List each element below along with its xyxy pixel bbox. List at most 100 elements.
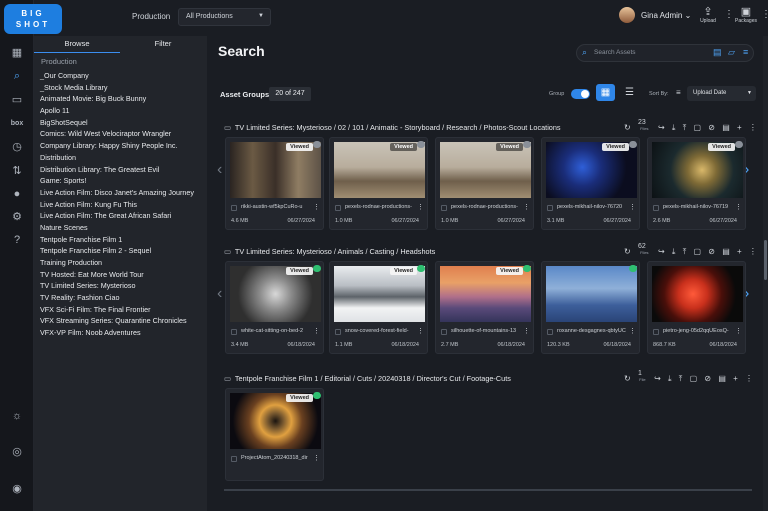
comment-icon[interactable] — [313, 141, 321, 148]
asset-group-header[interactable]: ▭ TV Limited Series: Mysterioso / Animals… — [224, 247, 435, 256]
upload-icon[interactable]: ⤒ — [679, 374, 683, 384]
share-icon[interactable]: ↪ — [658, 123, 665, 132]
add-icon[interactable]: + — [737, 123, 742, 132]
link-icon[interactable]: ⊘ — [708, 247, 715, 256]
share-icon[interactable]: ↪ — [654, 374, 661, 383]
select-checkbox[interactable] — [335, 329, 341, 335]
more-menu-icon[interactable]: ⋮ — [523, 203, 530, 211]
asset-thumbnail[interactable] — [652, 266, 743, 322]
production-item[interactable]: Tentpole Franchise Film 2 - Sequel — [40, 245, 194, 257]
upload-icon[interactable]: ⤒ — [683, 247, 687, 257]
user-menu[interactable]: Gina Admin ⌄ — [641, 11, 691, 20]
asset-card[interactable]: Viewed pexels-rodnae-productions- ⋮ 1.0 … — [329, 137, 428, 230]
production-item[interactable]: Nature Scenes — [40, 222, 194, 234]
production-item[interactable]: TV Hosted: Eat More World Tour — [40, 269, 194, 281]
select-checkbox[interactable] — [231, 329, 237, 335]
select-checkbox[interactable] — [547, 205, 553, 211]
production-item[interactable]: Training Production — [40, 257, 194, 269]
tab-browse[interactable]: Browse — [34, 39, 120, 53]
download-icon[interactable]: ⤓ — [668, 374, 672, 384]
comment-icon[interactable] — [523, 141, 531, 148]
production-item[interactable]: VFX Sci-Fi Film: The Final Frontier — [40, 304, 194, 316]
production-item[interactable]: _Our Company — [40, 70, 194, 82]
asset-card[interactable]: Viewed pexels-mikhail-nilov-76720 ⋮ 3.1 … — [541, 137, 640, 230]
grid-view-button[interactable]: ▦ — [596, 84, 615, 101]
production-item[interactable]: Apollo 11 — [40, 105, 194, 117]
link-icon[interactable]: ⊘ — [708, 123, 715, 132]
select-checkbox[interactable] — [231, 205, 237, 211]
scroll-left-arrow[interactable]: ‹ — [217, 161, 222, 179]
asset-card[interactable]: Viewed snow-covered-forest-field- ⋮ 1.1 … — [329, 261, 428, 354]
select-checkbox[interactable] — [441, 329, 447, 335]
production-item[interactable]: Live Action Film: Kung Fu This — [40, 199, 194, 211]
download-icon[interactable]: ⤓ — [672, 247, 676, 257]
more-menu-icon[interactable]: ⋮ — [629, 327, 636, 335]
document-icon[interactable]: ▤ — [722, 247, 730, 256]
production-item[interactable]: Company Library: Happy Shiny People Inc. — [40, 140, 194, 152]
production-item[interactable]: TV Limited Series: Mysterioso — [40, 280, 194, 292]
comment-icon[interactable] — [417, 141, 425, 148]
more-menu-icon[interactable]: ⋮ — [417, 203, 424, 211]
production-item[interactable]: _Stock Media Library — [40, 82, 194, 94]
production-item[interactable]: Distribution Library: The Greatest Evil — [40, 164, 194, 176]
production-select[interactable]: All Productions ▼ — [178, 8, 271, 26]
vertical-scrollbar[interactable] — [763, 36, 768, 511]
asset-card[interactable]: Viewed ProjectAtom_20240318_dir ⋮ — [225, 388, 324, 481]
more-menu-icon[interactable]: ⋮ — [749, 247, 757, 256]
upload-button[interactable]: ⇪ Upload — [693, 6, 723, 24]
box-icon[interactable]: box — [9, 116, 25, 132]
asset-card[interactable]: Viewed rikki-austin-wf5kpCuRo-u ⋮ 4.6 MB… — [225, 137, 324, 230]
grid-icon[interactable]: ▦ — [9, 45, 25, 61]
more-menu-icon[interactable]: ⋮ — [629, 203, 636, 211]
refresh-icon[interactable]: ↻ — [624, 123, 631, 132]
production-item[interactable]: Tentpole Franchise Film 1 — [40, 234, 194, 246]
group-toggle[interactable] — [571, 89, 590, 99]
more-menu-icon[interactable]: ⋮ — [417, 327, 424, 335]
production-item[interactable]: VFX Streaming Series: Quarantine Chronic… — [40, 315, 194, 327]
asset-card[interactable]: Viewed white-cat-sitting-on-bed-2 ⋮ 3.4 … — [225, 261, 324, 354]
production-item[interactable]: VFX-VP Film: Noob Adventures — [40, 327, 194, 339]
select-checkbox[interactable] — [231, 456, 237, 462]
document-icon[interactable]: ▤ — [718, 374, 726, 383]
more-menu-icon[interactable]: ⋮ — [313, 327, 320, 335]
big-shot-logo[interactable]: BIG SHOT — [4, 4, 62, 34]
scrollbar-thumb[interactable] — [764, 240, 767, 280]
comment-icon[interactable] — [313, 392, 321, 399]
add-icon[interactable]: + — [733, 374, 738, 383]
select-checkbox[interactable] — [547, 329, 553, 335]
production-item[interactable]: TV Reality: Fashion Ciao — [40, 292, 194, 304]
select-checkbox[interactable] — [653, 329, 659, 335]
more-menu-icon[interactable]: ⋮ — [735, 203, 742, 211]
more-menu-icon[interactable]: ⋮ — [749, 123, 757, 132]
comments-icon[interactable]: ▢ — [693, 123, 701, 132]
comment-icon[interactable] — [313, 265, 321, 272]
more-menu-icon[interactable]: ⋮ — [745, 374, 753, 383]
asset-card[interactable]: roxanne-desgagnes-qbtyUC ⋮ 120.3 KB 06/1… — [541, 261, 640, 354]
scroll-left-arrow[interactable]: ‹ — [217, 285, 222, 303]
account-icon[interactable]: ◉ — [9, 481, 25, 497]
download-icon[interactable]: ⤓ — [672, 123, 676, 133]
comment-icon[interactable] — [735, 141, 743, 148]
production-item[interactable]: Comics: Wild West Velociraptor Wrangler — [40, 128, 194, 140]
asset-card[interactable]: Viewed pexels-mikhail-nilov-76719 ⋮ 2.6 … — [647, 137, 746, 230]
search-icon[interactable]: ⌕ — [9, 68, 25, 84]
more-menu-icon[interactable]: ⋮ — [735, 327, 742, 335]
select-checkbox[interactable] — [653, 205, 659, 211]
refresh-icon[interactable]: ↻ — [624, 374, 631, 383]
production-item[interactable]: Animated Movie: Big Buck Bunny — [40, 93, 194, 105]
sort-order-icon[interactable]: ≡ — [676, 88, 681, 97]
production-item[interactable]: Distribution — [40, 152, 194, 164]
clock-icon[interactable]: ◷ — [9, 139, 25, 155]
select-checkbox[interactable] — [441, 205, 447, 211]
refresh-icon[interactable]: ↻ — [624, 247, 631, 256]
asset-thumbnail[interactable] — [546, 266, 637, 322]
help-icon[interactable]: ? — [9, 232, 25, 248]
more-menu-icon[interactable]: ⋮ — [523, 327, 530, 335]
more-menu-icon[interactable]: ⋮ — [313, 203, 320, 211]
filter-settings-icon[interactable]: ≡ — [743, 47, 748, 57]
link-icon[interactable]: ⊘ — [704, 374, 711, 383]
add-icon[interactable]: + — [737, 247, 742, 256]
production-item[interactable]: BigShotSequel — [40, 117, 194, 129]
sun-icon[interactable]: ☼ — [9, 408, 25, 424]
upload-icon[interactable]: ⤒ — [683, 123, 687, 133]
